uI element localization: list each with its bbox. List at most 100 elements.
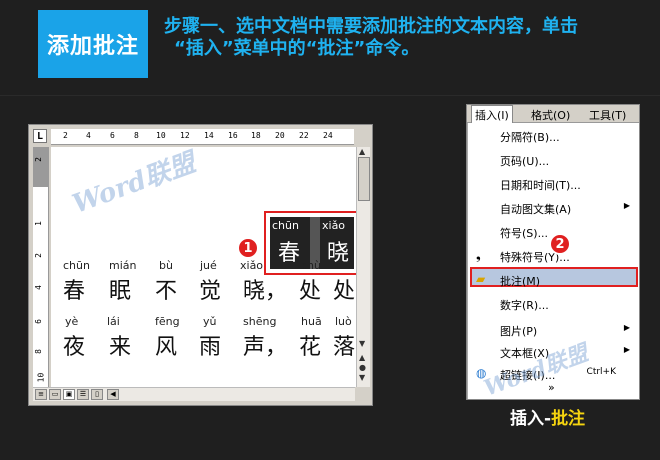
ruler-tick: 10	[156, 131, 166, 140]
step-line-1: 步骤一、选中文档中需要添加批注的文本内容，单击	[164, 16, 578, 37]
hanzi-chun: 春	[278, 241, 301, 266]
outline-view-icon[interactable]: ☰	[77, 389, 89, 400]
menu-tools[interactable]: 工具(T)	[589, 107, 626, 123]
menu-item-picture[interactable]: 图片(P) ▶	[468, 319, 638, 339]
menu-item-label: 批注(M)	[500, 275, 541, 288]
pinyin: xiǎo	[240, 259, 264, 272]
pinyin: chù	[301, 259, 321, 272]
reading-view-icon[interactable]: ▯	[91, 389, 103, 400]
comment-folder-icon: ▰	[476, 272, 486, 286]
menu-format[interactable]: 格式(O)	[531, 107, 570, 123]
menu-item-label: 图片(P)	[500, 325, 538, 338]
prev-page-icon[interactable]: ▲	[359, 353, 365, 362]
vertical-scrollbar[interactable]: ▲ ▼ ▲ ● ▼	[356, 147, 370, 387]
menu-item-number[interactable]: 数字(R)...	[468, 293, 638, 313]
pinyin: yè	[65, 315, 79, 328]
caption: 插入-批注	[510, 404, 585, 429]
submenu-arrow-icon: ▶	[623, 345, 630, 354]
ruler-tick: 20	[275, 131, 285, 140]
hanzi: 处	[299, 279, 322, 304]
hanzi: 眠	[109, 279, 132, 304]
menu-item-label: 自动图文集(A)	[500, 203, 572, 216]
ruler-tick: 1	[33, 221, 43, 226]
web-view-icon[interactable]: ▭	[49, 389, 61, 400]
caption-part-1: 插入-	[510, 409, 552, 429]
browse-object-icon[interactable]: ●	[359, 363, 366, 372]
menu-bar: 插入(I) 格式(O) 工具(T)	[467, 105, 639, 123]
hanzi: 不	[155, 279, 178, 304]
menu-item-label: 日期和时间(T)...	[500, 179, 581, 192]
next-page-icon[interactable]: ▼	[359, 373, 365, 382]
ruler-tick: 2	[63, 131, 68, 140]
scroll-thumb[interactable]	[358, 157, 370, 201]
hanzi: 觉	[199, 279, 222, 304]
hanzi: 风	[155, 335, 178, 360]
hanzi: 落	[333, 335, 356, 360]
document-page[interactable]: Word联盟 chūn xiǎo 春 晓 1 chūn mián bù jué …	[51, 147, 357, 387]
menu-item-break[interactable]: 分隔符(B)...	[468, 125, 638, 145]
scroll-up-icon[interactable]: ▲	[359, 147, 365, 156]
menu-item-date-time[interactable]: 日期和时间(T)...	[468, 173, 638, 193]
hanzi: 晓，	[243, 279, 288, 304]
submenu-arrow-icon: ▶	[623, 201, 630, 210]
menu-item-page-number[interactable]: 页码(U)...	[468, 149, 638, 169]
watermark: Word联盟	[68, 147, 200, 220]
chevron-down-icon: »	[548, 381, 555, 394]
ruler-tick: 6	[110, 131, 115, 140]
scroll-left-icon[interactable]: ◀	[107, 389, 119, 400]
ruler-tick: 22	[299, 131, 309, 140]
vertical-ruler[interactable]: 2 1 2 4 6 8 10	[33, 147, 49, 387]
hanzi: 夜	[63, 335, 86, 360]
print-view-icon[interactable]: ▣	[63, 389, 75, 400]
pinyin: bù	[159, 259, 173, 272]
ruler-tick: 2	[33, 253, 43, 258]
pinyin: shēng	[243, 315, 277, 328]
ruler-tick: 10	[36, 372, 46, 383]
ruler-margin	[33, 147, 49, 187]
step-badge-1: 1	[237, 237, 259, 259]
pinyin: fēng	[155, 315, 180, 328]
section-title: 添加批注	[38, 10, 148, 78]
step-line-2: “插入”菜单中的“批注”命令。	[174, 38, 420, 59]
pinyin: jué	[200, 259, 217, 272]
ruler-tick: 8	[33, 349, 43, 354]
ruler-tick: 2	[33, 157, 43, 162]
tab-selector[interactable]: L	[33, 129, 47, 143]
ruler-tick: 12	[180, 131, 190, 140]
pinyin-chun: chūn	[272, 219, 299, 232]
hanzi: 雨	[199, 335, 222, 360]
hanzi: 来	[109, 335, 132, 360]
hanzi: 花	[299, 335, 322, 360]
ruler-tick: 8	[134, 131, 139, 140]
menu-insert[interactable]: 插入(I)	[471, 105, 513, 123]
hanzi: 春	[63, 279, 86, 304]
special-symbol-icon: ❟	[476, 248, 481, 262]
menu-item-label: 符号(S)...	[500, 227, 549, 240]
ruler-tick: 6	[33, 319, 43, 324]
view-bar: ≡ ▭ ▣ ☰ ▯ ◀	[33, 387, 355, 401]
horizontal-ruler[interactable]: 2 4 6 8 10 12 14 16 18 20 22 24	[51, 129, 354, 145]
insert-menu: 插入(I) 格式(O) 工具(T) 分隔符(B)... 页码(U)... 日期和…	[466, 104, 640, 402]
ruler-tick: 16	[228, 131, 238, 140]
pinyin: yǔ	[203, 315, 217, 328]
normal-view-icon[interactable]: ≡	[35, 389, 47, 400]
pinyin-xiao: xiǎo	[322, 219, 346, 232]
scroll-down-icon[interactable]: ▼	[359, 339, 365, 348]
pinyin: chūn	[63, 259, 90, 272]
menu-item-autotext[interactable]: 自动图文集(A) ▶	[468, 197, 638, 217]
word-document-window: L 2 4 6 8 10 12 14 16 18 20 22 24 2 1 2 …	[28, 124, 373, 406]
ruler-tick: 24	[323, 131, 333, 140]
divider	[0, 95, 660, 96]
ruler-tick: 4	[33, 285, 43, 290]
hanzi: 声，	[243, 335, 288, 360]
pinyin: huā	[301, 315, 322, 328]
pinyin: lái	[107, 315, 120, 328]
pinyin: luò	[335, 315, 352, 328]
ruler-tick: 18	[251, 131, 261, 140]
hanzi: 处	[333, 279, 356, 304]
menu-item-comment[interactable]: ▰ 批注(M)	[470, 267, 638, 288]
menu-item-shortcut: Ctrl+K	[586, 367, 616, 377]
menu-item-label: 分隔符(B)...	[500, 131, 560, 144]
step-badge-2: 2	[549, 233, 571, 255]
ruler-tick: 14	[204, 131, 214, 140]
